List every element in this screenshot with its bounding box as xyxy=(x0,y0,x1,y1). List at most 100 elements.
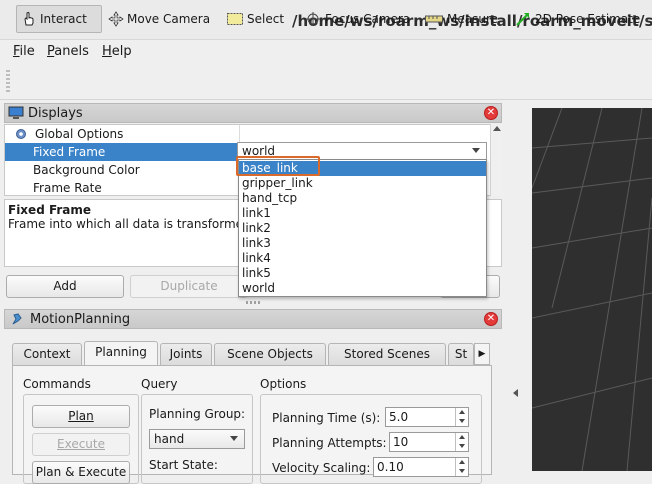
frame-option[interactable]: world xyxy=(239,281,486,296)
spin-up-icon[interactable] xyxy=(455,433,468,442)
measure-label: Measure xyxy=(447,12,498,26)
spin-up-icon[interactable] xyxy=(455,458,468,467)
global-options-label: Global Options xyxy=(35,127,124,141)
plan-button-label: Plan xyxy=(68,409,94,423)
tab-planning[interactable]: Planning xyxy=(84,341,158,366)
focus-target-icon xyxy=(306,12,320,26)
spin-up-icon[interactable] xyxy=(455,408,468,417)
duplicate-display-button[interactable]: Duplicate xyxy=(130,275,248,298)
menu-panels-label: anels xyxy=(54,44,89,59)
motion-planning-icon xyxy=(12,313,22,325)
move-camera-label: Move Camera xyxy=(127,12,211,26)
interact-label: Interact xyxy=(40,12,87,26)
plan-and-execute-button[interactable]: Plan & Execute xyxy=(32,461,130,484)
tab-stored-states[interactable]: St xyxy=(448,343,474,365)
planning-group-select[interactable]: hand xyxy=(149,429,245,449)
spin-down-icon[interactable] xyxy=(455,442,468,451)
pose-estimate-label: 2D Pose Estimate xyxy=(535,12,641,26)
tree-row-global-options[interactable]: Global Options xyxy=(5,125,501,143)
fixed-frame-dropdown-list: base_link gripper_link hand_tcp link1 li… xyxy=(238,159,487,297)
focus-camera-label: Focus Camera xyxy=(325,12,411,26)
chevron-down-icon xyxy=(472,148,480,153)
plan-button[interactable]: Plan xyxy=(32,405,130,428)
select-box-icon xyxy=(227,13,243,25)
plan-and-execute-label: Plan & Execute xyxy=(35,465,127,479)
interact-tool-button[interactable]: Interact xyxy=(16,5,102,33)
menu-help-label: elp xyxy=(111,44,132,59)
render-viewport[interactable] xyxy=(532,108,652,471)
menu-help[interactable]: Help xyxy=(102,44,132,59)
frame-option-label: link1 xyxy=(242,206,271,220)
tab-stored-scenes[interactable]: Stored Scenes xyxy=(328,343,446,365)
monitor-icon xyxy=(8,106,24,119)
planning-attempts-spinbox[interactable]: 10 xyxy=(389,432,469,452)
pose-arrow-icon xyxy=(516,13,529,26)
displays-close-button[interactable]: ✕ xyxy=(484,106,498,120)
tree-row-fixed-frame[interactable]: Fixed Frame xyxy=(5,143,239,161)
frame-rate-label: Frame Rate xyxy=(33,181,102,195)
measure-tool-button[interactable]: Measure xyxy=(420,5,502,33)
focus-camera-tool-button[interactable]: Focus Camera xyxy=(300,5,414,33)
frame-option-label: link2 xyxy=(242,221,271,235)
tree-scrollbar[interactable] xyxy=(490,124,502,196)
menu-panels[interactable]: Panels xyxy=(47,44,89,59)
tab-scene-objects[interactable]: Scene Objects xyxy=(214,343,326,365)
collapse-left-icon[interactable] xyxy=(513,389,518,397)
frame-option[interactable]: link5 xyxy=(239,266,486,281)
motion-planning-tabs: Context Planning Joints Scene Objects St… xyxy=(12,341,492,366)
frame-option[interactable]: link1 xyxy=(239,206,486,221)
tab-context[interactable]: Context xyxy=(12,343,82,365)
planning-group-label: Planning Group: xyxy=(149,407,246,421)
toolbar-grip[interactable] xyxy=(6,70,10,92)
spin-down-icon[interactable] xyxy=(455,417,468,426)
menu-file[interactable]: File xyxy=(13,44,35,59)
tab-scroll-right[interactable]: ▶ xyxy=(474,343,490,365)
planning-attempts-value: 10 xyxy=(393,435,409,449)
displays-panel-header: Displays ✕ xyxy=(4,103,502,123)
move-arrows-icon xyxy=(108,11,124,27)
frame-option[interactable]: hand_tcp xyxy=(239,191,486,206)
add-display-button[interactable]: Add xyxy=(6,275,124,298)
planning-attempts-label: Planning Attempts: xyxy=(272,436,387,450)
pose-estimate-tool-button[interactable]: 2D Pose Estimate xyxy=(510,5,644,33)
frame-option-label: world xyxy=(242,281,276,295)
description-title: Fixed Frame xyxy=(8,203,92,217)
velocity-scaling-label: Velocity Scaling: xyxy=(272,461,371,475)
gear-icon xyxy=(16,129,26,139)
move-camera-tool-button[interactable]: Move Camera xyxy=(104,5,214,33)
frame-option[interactable]: gripper_link xyxy=(239,176,486,191)
motion-planning-close-button[interactable]: ✕ xyxy=(484,312,498,326)
frame-option-label: link5 xyxy=(242,266,271,280)
frame-option[interactable]: link4 xyxy=(239,251,486,266)
tab-joints[interactable]: Joints xyxy=(160,343,212,365)
tools-toolbar xyxy=(0,62,652,100)
ground-grid xyxy=(532,108,652,471)
frame-option-label: link4 xyxy=(242,251,271,265)
frame-option-label: gripper_link xyxy=(242,176,313,190)
frame-option[interactable]: link3 xyxy=(239,236,486,251)
motion-planning-title: MotionPlanning xyxy=(30,311,131,327)
frame-option-label: hand_tcp xyxy=(242,191,298,205)
description-body: Frame into which all data is transforme xyxy=(8,217,244,231)
planning-time-spinbox[interactable]: 5.0 xyxy=(385,407,469,427)
scroll-up-icon xyxy=(493,126,501,131)
panel-splitter-handle[interactable] xyxy=(246,301,262,304)
select-tool-button[interactable]: Select xyxy=(222,5,288,33)
execute-button[interactable]: Execute xyxy=(32,433,130,456)
background-color-label: Background Color xyxy=(33,163,140,177)
planning-group-value: hand xyxy=(154,432,185,446)
frame-option[interactable]: link2 xyxy=(239,221,486,236)
main-splitter[interactable] xyxy=(502,100,532,471)
motion-planning-panel-header: MotionPlanning ✕ xyxy=(4,309,502,329)
query-label: Query xyxy=(141,377,178,391)
highlight-annotation-box xyxy=(236,156,320,176)
planning-time-value: 5.0 xyxy=(389,410,409,424)
select-label: Select xyxy=(247,12,285,26)
spin-down-icon[interactable] xyxy=(455,467,468,476)
frame-option-label: link3 xyxy=(242,236,271,250)
execute-button-label: Execute xyxy=(57,437,105,451)
velocity-scaling-spinbox[interactable]: 0.10 xyxy=(373,457,469,477)
menu-bar: File Panels Help xyxy=(0,40,652,62)
ruler-icon xyxy=(425,15,443,23)
planning-time-label: Planning Time (s): xyxy=(272,411,381,425)
